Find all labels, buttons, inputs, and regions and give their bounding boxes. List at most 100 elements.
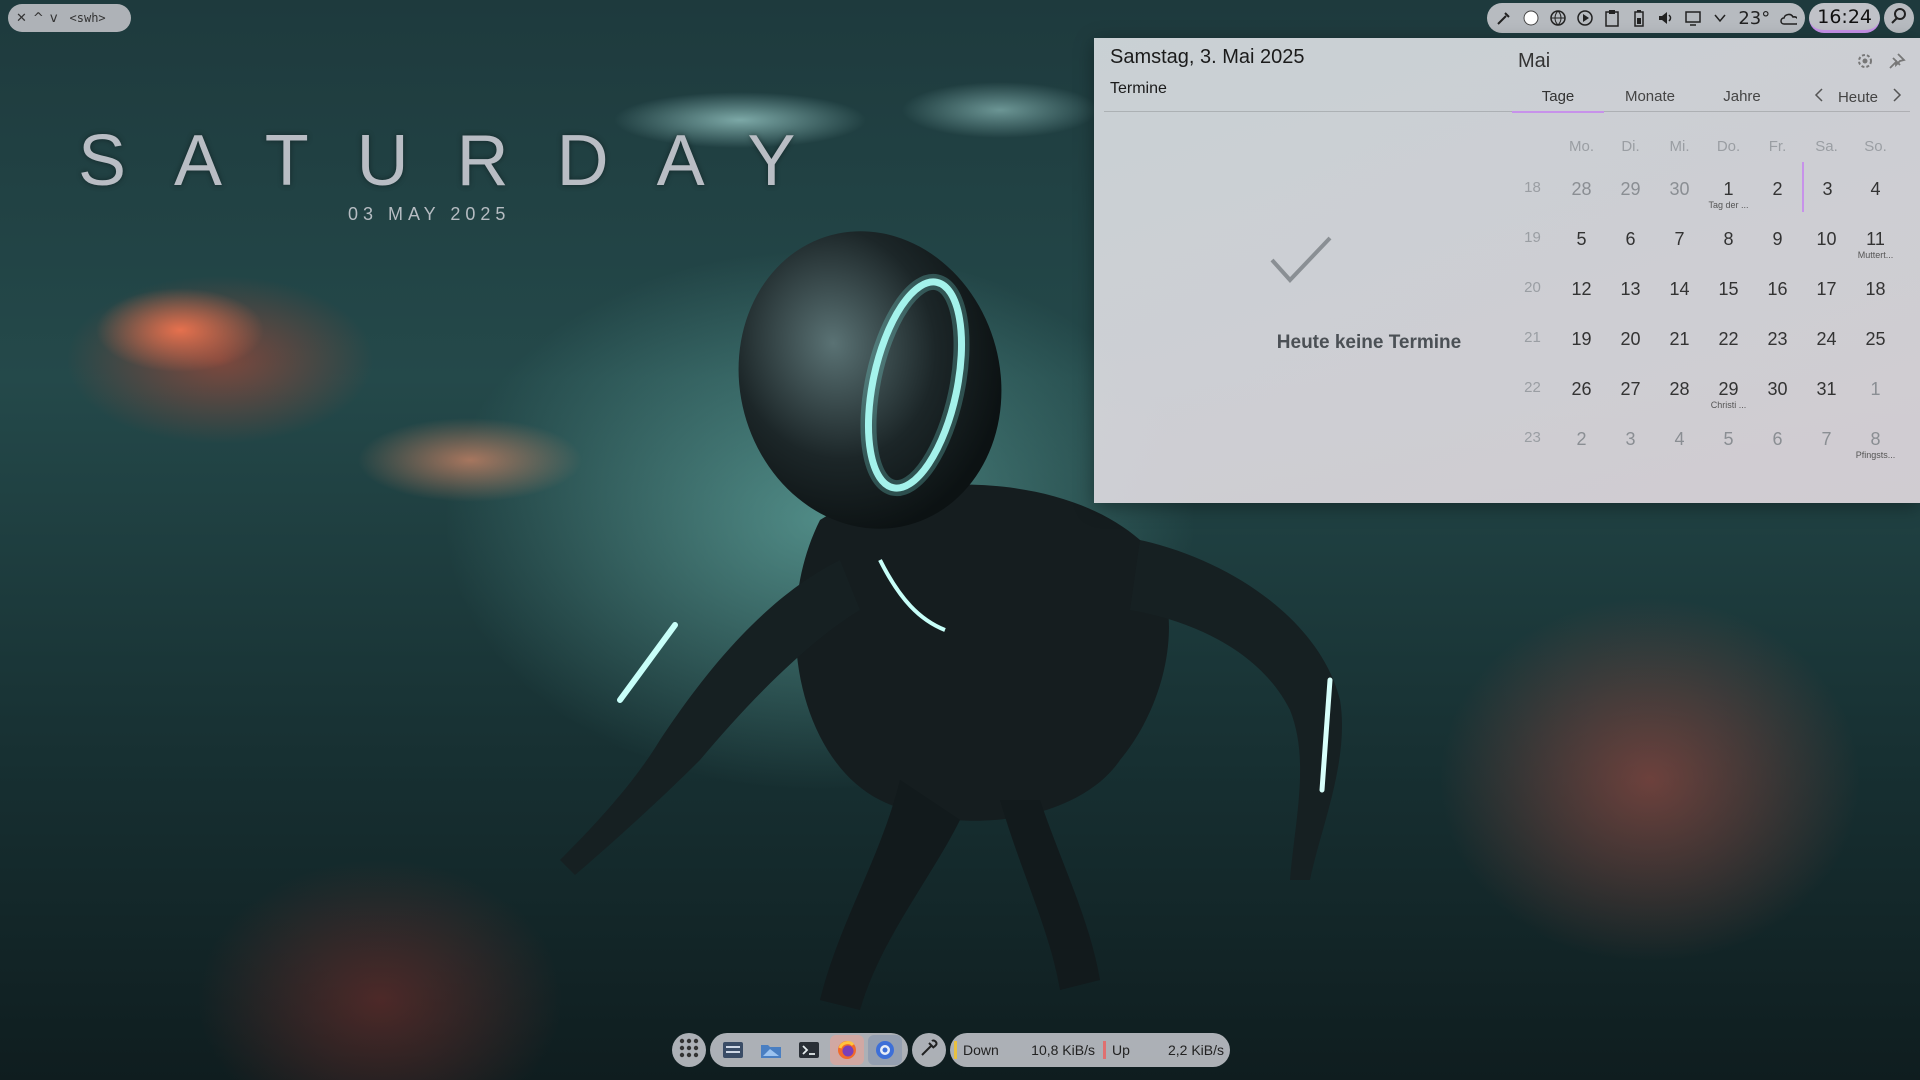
calendar-day[interactable]: 5: [1557, 212, 1606, 262]
chevron-down-icon[interactable]: v: [50, 12, 58, 25]
calendar-day[interactable]: 1: [1851, 362, 1900, 412]
calendar-day[interactable]: 7: [1655, 212, 1704, 262]
search-icon: [1890, 7, 1908, 29]
calendar-day[interactable]: 4: [1655, 412, 1704, 462]
close-icon[interactable]: ✕: [16, 12, 27, 25]
browser-icon[interactable]: [868, 1035, 902, 1065]
battery-icon[interactable]: [1630, 9, 1648, 27]
color-picker-button[interactable]: [912, 1033, 946, 1067]
day-number: 1: [1870, 379, 1881, 399]
day-number: 28: [1571, 179, 1592, 199]
pin-icon[interactable]: [1888, 52, 1906, 75]
week-number: 20: [1524, 279, 1541, 296]
task-manager: [710, 1033, 908, 1067]
calendar-day[interactable]: 6: [1606, 212, 1655, 262]
calendar-day[interactable]: 26: [1557, 362, 1606, 412]
weekday-header: Mo.: [1568, 138, 1594, 155]
file-manager-icon[interactable]: [754, 1035, 788, 1065]
calendar-day[interactable]: 31: [1802, 362, 1851, 412]
chevron-right-icon[interactable]: [1892, 88, 1902, 106]
calendar-day[interactable]: 4: [1851, 162, 1900, 212]
calendar-day[interactable]: 27: [1606, 362, 1655, 412]
calendar-popup: Samstag, 3. Mai 2025 Termine Heute keine…: [1094, 38, 1920, 503]
terminal-icon[interactable]: [792, 1035, 826, 1065]
calendar-day[interactable]: 6: [1753, 412, 1802, 462]
day-number: 10: [1816, 229, 1837, 249]
volume-icon[interactable]: [1657, 9, 1675, 27]
tab-months[interactable]: Monate: [1604, 88, 1696, 113]
today-button[interactable]: Heute: [1838, 89, 1878, 106]
media-play-icon[interactable]: [1576, 9, 1594, 27]
calendar-day[interactable]: 21: [1655, 312, 1704, 362]
day-number: 26: [1571, 379, 1592, 399]
day-number: 5: [1576, 229, 1587, 249]
calendar-day[interactable]: 24: [1802, 312, 1851, 362]
calendar-navigation: Heute: [1814, 88, 1902, 106]
calendar-day[interactable]: 25: [1851, 312, 1900, 362]
day-number: 1: [1723, 179, 1734, 199]
day-number: 14: [1669, 279, 1690, 299]
calendar-day[interactable]: 13: [1606, 262, 1655, 312]
calendar-day[interactable]: 19: [1557, 312, 1606, 362]
week-number: 21: [1524, 329, 1541, 346]
day-number: 20: [1620, 329, 1641, 349]
calendar-day[interactable]: 30: [1753, 362, 1802, 412]
tab-years[interactable]: Jahre: [1696, 88, 1788, 113]
calendar-day[interactable]: 8 Pfingsts...: [1851, 412, 1900, 462]
app-launcher-button[interactable]: [672, 1033, 706, 1067]
system-settings-icon[interactable]: [716, 1035, 750, 1065]
settings-icon[interactable]: [1856, 52, 1874, 75]
eyedropper-icon: [919, 1038, 939, 1062]
day-number: 4: [1870, 179, 1881, 199]
temperature[interactable]: 23°: [1738, 8, 1770, 29]
calendar-day[interactable]: 15: [1704, 262, 1753, 312]
day-number: 25: [1865, 329, 1886, 349]
calendar-day[interactable]: 9: [1753, 212, 1802, 262]
globe-icon[interactable]: [1549, 9, 1567, 27]
chevron-up-icon[interactable]: ^: [33, 12, 44, 25]
record-icon[interactable]: [1522, 9, 1540, 27]
calendar-day[interactable]: 11 Muttert...: [1851, 212, 1900, 262]
calendar-day[interactable]: 1 Tag der ...: [1704, 162, 1753, 212]
calendar-day[interactable]: 3: [1606, 412, 1655, 462]
calendar-day[interactable]: 29: [1606, 162, 1655, 212]
calendar-tabs: Tage Monate Jahre: [1512, 88, 1788, 113]
calendar-day[interactable]: 16: [1753, 262, 1802, 312]
day-number: 3: [1822, 179, 1833, 199]
system-tray: 23° 16:24: [1487, 2, 1914, 34]
chevron-down-icon[interactable]: [1711, 9, 1729, 27]
week-number: 22: [1524, 379, 1541, 396]
tab-days[interactable]: Tage: [1512, 88, 1604, 113]
calendar-day[interactable]: 14: [1655, 262, 1704, 312]
day-number: 22: [1718, 329, 1739, 349]
checkmark-icon: [1268, 234, 1334, 291]
clock[interactable]: 16:24: [1809, 3, 1880, 33]
calendar-day[interactable]: 5: [1704, 412, 1753, 462]
calendar-day[interactable]: 20: [1606, 312, 1655, 362]
day-number: 30: [1669, 179, 1690, 199]
firefox-icon[interactable]: [830, 1035, 864, 1065]
up-indicator: [1103, 1041, 1106, 1059]
calendar-day[interactable]: 18: [1851, 262, 1900, 312]
display-icon[interactable]: [1684, 9, 1702, 27]
calendar-day[interactable]: 29 Christi ...: [1704, 362, 1753, 412]
calendar-day[interactable]: 17: [1802, 262, 1851, 312]
week-number: 19: [1524, 229, 1541, 246]
chevron-left-icon[interactable]: [1814, 88, 1824, 106]
calendar-day[interactable]: 12: [1557, 262, 1606, 312]
day-number: 19: [1571, 329, 1592, 349]
up-label: Up: [1112, 1042, 1130, 1058]
day-number: 7: [1821, 429, 1832, 449]
clipboard-icon[interactable]: [1603, 9, 1621, 27]
calendar-day[interactable]: 23: [1753, 312, 1802, 362]
calendar-day-today[interactable]: 3: [1802, 162, 1851, 212]
calendar-day[interactable]: 22: [1704, 312, 1753, 362]
search-button[interactable]: [1884, 3, 1914, 33]
color-picker-icon[interactable]: [1495, 9, 1513, 27]
window-controls: ✕ ^ v <swh>: [8, 4, 131, 32]
calendar-day[interactable]: 28: [1557, 162, 1606, 212]
calendar-day[interactable]: 2: [1557, 412, 1606, 462]
calendar-day[interactable]: 8: [1704, 212, 1753, 262]
calendar-day[interactable]: 2: [1753, 162, 1802, 212]
grid-icon: [678, 1037, 700, 1063]
